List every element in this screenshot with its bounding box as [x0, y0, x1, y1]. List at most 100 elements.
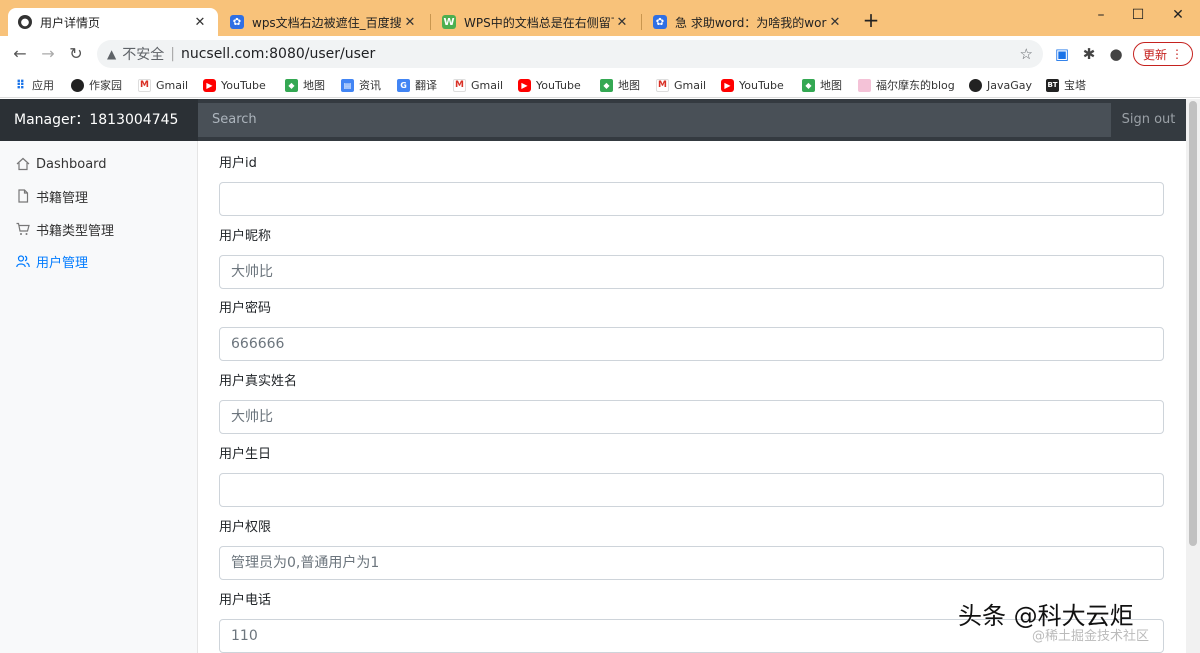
extensions-puzzle-icon[interactable]: ✱ [1079, 44, 1099, 64]
apps-icon: ⠿ [15, 78, 26, 92]
browser-tab[interactable]: W WPS中的文档总是在右侧留下空 ✕ [432, 8, 640, 36]
field-user-id: 用户id [219, 154, 1164, 216]
cart-icon [16, 222, 30, 236]
bookmark-item[interactable]: ◆ 地图 [600, 75, 640, 95]
minimize-button[interactable]: – [1083, 4, 1119, 26]
search-input[interactable]: Search [198, 103, 1111, 137]
baidu-favicon-icon: ✿ [653, 15, 667, 29]
field-label: 用户昵称 [219, 229, 272, 244]
tab-title: WPS中的文档总是在右侧留下空 [464, 15, 614, 30]
field-permission: 用户权限 管理员为0,普通用户为1 [219, 518, 1164, 580]
bt-icon: BT [1046, 78, 1059, 92]
field-label: 用户权限 [219, 520, 272, 535]
bookmark-star-icon[interactable]: ☆ [1020, 45, 1033, 63]
permission-input[interactable]: 管理员为0,普通用户为1 [219, 546, 1164, 580]
browser-tab-active[interactable]: ● 用户详情页 ✕ [8, 8, 218, 36]
bookmark-label: YouTube [536, 78, 581, 92]
bookmark-item[interactable]: ▶ YouTube [721, 75, 784, 95]
update-label: 更新 [1142, 47, 1167, 62]
tab-close-icon[interactable]: ✕ [614, 15, 630, 30]
bookmark-label: YouTube [221, 78, 266, 92]
watermark-sub: @稀土掘金技术社区 [1032, 629, 1150, 644]
tab-title: 用户详情页 [40, 15, 101, 30]
forward-arrow-icon[interactable]: → [37, 43, 59, 65]
bookmark-item[interactable]: ▤ 资讯 [341, 75, 381, 95]
browser-tab[interactable]: ✿ wps文档右边被遮住_百度搜索 ✕ [220, 8, 428, 36]
birthday-input[interactable] [219, 473, 1164, 507]
bookmark-item[interactable]: 福尔摩东的blog [858, 75, 955, 95]
field-label: 用户生日 [219, 447, 272, 462]
bookmark-item[interactable]: BT 宝塔 [1046, 75, 1086, 95]
browser-tabstrip: ● 用户详情页 ✕ ✿ wps文档右边被遮住_百度搜索 ✕ W WPS中的文档总… [0, 0, 1200, 36]
youtube-icon: ▶ [721, 78, 734, 92]
gmail-icon: M [138, 78, 151, 92]
update-button[interactable]: 更新 ⋮ [1133, 42, 1193, 66]
address-separator: | [170, 46, 175, 62]
sidebar-item-users[interactable]: 用户管理 [0, 249, 198, 273]
bookmark-label: 福尔摩东的blog [876, 79, 955, 92]
bookmark-item[interactable]: 作家园 [71, 75, 122, 95]
reload-icon[interactable]: ↻ [65, 43, 87, 65]
file-icon [16, 189, 30, 203]
bookmark-label: 应用 [32, 79, 54, 92]
scrollbar-thumb[interactable] [1189, 101, 1197, 546]
sign-out-link[interactable]: Sign out [1111, 99, 1186, 141]
browser-toolbar: ← → ↻ ▲ 不安全 | nucsell.com:8080/user/user… [0, 36, 1200, 72]
maps-icon: ◆ [600, 78, 613, 92]
bookmark-item[interactable]: ◆ 地图 [285, 75, 325, 95]
nickname-input[interactable]: 大帅比 [219, 255, 1164, 289]
bookmark-label: 地图 [618, 79, 640, 92]
circle-icon [71, 78, 84, 92]
sidebar-item-label: 书籍管理 [36, 190, 89, 206]
tab-close-icon[interactable]: ✕ [192, 15, 208, 30]
back-arrow-icon[interactable]: ← [9, 43, 31, 65]
bookmark-item[interactable]: ⠿ 应用 [14, 75, 54, 95]
tab-divider [641, 14, 642, 30]
new-tab-button[interactable]: + [860, 10, 882, 32]
field-nickname: 用户昵称 大帅比 [219, 227, 1164, 289]
tab-close-icon[interactable]: ✕ [827, 15, 843, 30]
bookmark-label: 作家园 [89, 79, 122, 92]
bookmark-item[interactable]: ◆ 地图 [802, 75, 842, 95]
address-bar[interactable]: ▲ 不安全 | nucsell.com:8080/user/user ☆ [97, 40, 1043, 68]
maps-icon: ◆ [802, 78, 815, 92]
youtube-icon: ▶ [203, 78, 216, 92]
bookmark-label: 资讯 [359, 79, 381, 92]
bookmark-item[interactable]: ▶ YouTube [518, 75, 581, 95]
field-password: 用户密码 666666 [219, 299, 1164, 361]
manager-brand[interactable]: Manager：1813004745 [0, 99, 198, 141]
news-icon: ▤ [341, 78, 354, 92]
bookmark-item[interactable]: M Gmail [656, 75, 706, 95]
tab-close-icon[interactable]: ✕ [402, 15, 418, 30]
sidebar-item-dashboard[interactable]: Dashboard [0, 152, 198, 176]
page-scrollbar[interactable] [1186, 99, 1200, 653]
bookmark-item[interactable]: G 翻译 [397, 75, 437, 95]
real-name-input[interactable]: 大帅比 [219, 400, 1164, 434]
bookmark-label: 翻译 [415, 79, 437, 92]
sidebar-item-books[interactable]: 书籍管理 [0, 184, 198, 208]
gmail-icon: M [656, 78, 669, 92]
bookmark-item[interactable]: M Gmail [138, 75, 188, 95]
bookmark-label: JavaGay [987, 78, 1033, 92]
circle-icon [969, 78, 982, 92]
bookmark-item[interactable]: JavaGay [969, 75, 1032, 95]
close-window-button[interactable]: ✕ [1160, 4, 1196, 26]
password-input[interactable]: 666666 [219, 327, 1164, 361]
maximize-button[interactable]: ☐ [1120, 4, 1156, 26]
profile-avatar-icon[interactable]: ● [1106, 44, 1126, 64]
sidebar-item-book-types[interactable]: 书籍类型管理 [0, 217, 198, 241]
home-icon [16, 157, 30, 171]
extension-square-icon[interactable]: ▣ [1052, 44, 1072, 64]
field-label: 用户密码 [219, 301, 272, 316]
user-id-input[interactable] [219, 182, 1164, 216]
url-text: nucsell.com:8080/user/user [180, 46, 376, 62]
field-label: 用户id [219, 156, 257, 171]
bookmark-label: 地图 [820, 79, 842, 92]
bookmark-label: Gmail [156, 78, 189, 92]
warning-icon: ▲ [107, 47, 117, 61]
bookmark-label: YouTube [739, 78, 784, 92]
browser-tab[interactable]: ✿ 急 求助word：为啥我的word打 ✕ [643, 8, 853, 36]
gmail-icon: M [453, 78, 466, 92]
bookmark-item[interactable]: ▶ YouTube [203, 75, 266, 95]
bookmark-item[interactable]: M Gmail [453, 75, 503, 95]
